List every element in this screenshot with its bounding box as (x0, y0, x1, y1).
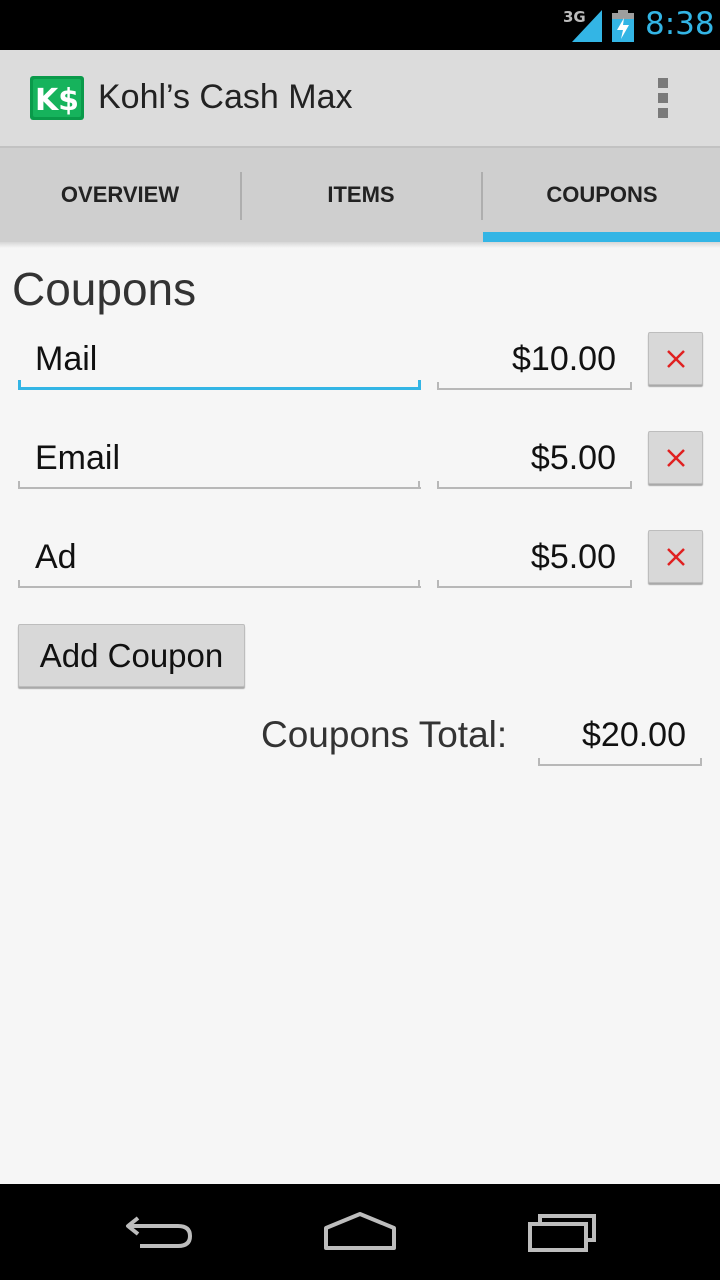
add-coupon-button[interactable]: Add Coupon (18, 624, 245, 687)
coupon-name-input[interactable]: Mail (18, 332, 421, 390)
coupons-total-label: Coupons Total: (261, 714, 508, 755)
delete-coupon-button[interactable] (648, 530, 703, 583)
coupon-amount-input[interactable]: $10.00 (437, 332, 632, 390)
close-icon (666, 349, 685, 368)
tab-coupons[interactable]: COUPONS (482, 148, 720, 242)
back-icon[interactable] (124, 1210, 196, 1254)
coupon-amount-input[interactable]: $5.00 (437, 530, 632, 588)
signal-icon (572, 10, 602, 42)
page-title: Coupons (12, 263, 197, 315)
battery-charging-icon (612, 10, 634, 42)
close-icon (666, 547, 685, 566)
svg-text:K$: K$ (35, 83, 79, 118)
navigation-bar (0, 1184, 720, 1280)
app-title: Kohl’s Cash Max (98, 78, 353, 116)
coupon-amount-input[interactable]: $5.00 (437, 431, 632, 489)
coupon-name-input[interactable]: Email (18, 431, 421, 489)
home-icon[interactable] (322, 1210, 398, 1254)
coupons-total-value: $20.00 (538, 708, 702, 766)
overflow-menu-icon[interactable] (648, 72, 678, 124)
coupon-row: Mail $10.00 (0, 332, 720, 412)
tab-overview[interactable]: OVERVIEW (0, 148, 240, 242)
delete-coupon-button[interactable] (648, 431, 703, 484)
coupon-row: Email $5.00 (0, 431, 720, 511)
close-icon (666, 448, 685, 467)
action-bar: K$ Kohl’s Cash Max (0, 50, 720, 146)
recent-apps-icon[interactable] (526, 1210, 598, 1254)
coupon-row: Ad $5.00 (0, 530, 720, 610)
delete-coupon-button[interactable] (648, 332, 703, 385)
app-logo[interactable]: K$ (30, 76, 84, 120)
tab-items[interactable]: ITEMS (241, 148, 481, 242)
active-tab-indicator (483, 232, 720, 242)
clock: 8:38 (645, 6, 715, 42)
tab-shadow (0, 242, 720, 248)
coupon-name-input[interactable]: Ad (18, 530, 421, 588)
status-bar: 3G 8:38 (0, 0, 720, 50)
tab-bar: OVERVIEW ITEMS COUPONS (0, 146, 720, 242)
